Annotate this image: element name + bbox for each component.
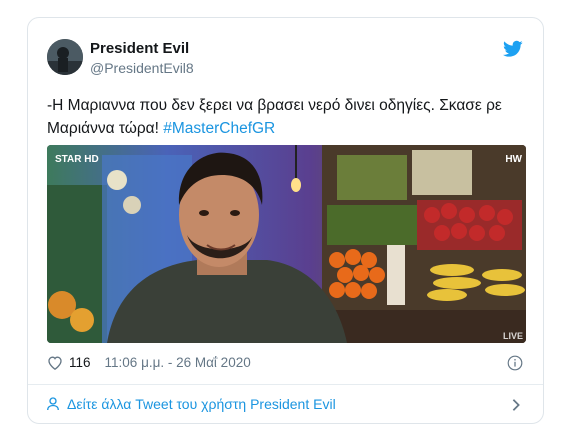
tweet-timestamp[interactable]: 11:06 μ.μ. - 26 Μαΐ 2020 [105,355,251,370]
media-scene [47,145,526,343]
avatar[interactable] [47,39,83,75]
chevron-right-icon[interactable] [511,398,521,412]
twitter-bird-icon[interactable] [503,40,523,58]
hashtag-link[interactable]: #MasterChefGR [163,120,275,137]
display-name[interactable]: President Evil [90,40,189,57]
user-handle[interactable]: @PresidentEvil8 [90,60,194,76]
channel-logo: STAR HD [55,154,99,165]
more-tweets-label: Δείτε άλλα Tweet του χρήστη President Ev… [67,396,336,412]
tweet-text: -Η Μαριαννα που δεν ξερει να βρασει νερό… [47,94,527,140]
user-icon [47,397,59,411]
tweet-media-image[interactable]: STAR HD HW LIVE [47,145,526,343]
like-count[interactable]: 116 [69,355,91,370]
heart-icon[interactable] [47,355,63,370]
tweet-card: President Evil @PresidentEvil8 -Η Μαριαν… [27,17,544,424]
divider [28,384,543,385]
avatar-image [47,39,83,75]
live-tag: LIVE [502,331,523,341]
tweet-meta: 116 11:06 μ.μ. - 26 Μαΐ 2020 [47,355,251,370]
more-tweets-link[interactable]: Δείτε άλλα Tweet του χρήστη President Ev… [47,396,336,412]
corner-tag: HW [505,154,522,165]
info-icon[interactable] [507,355,523,371]
